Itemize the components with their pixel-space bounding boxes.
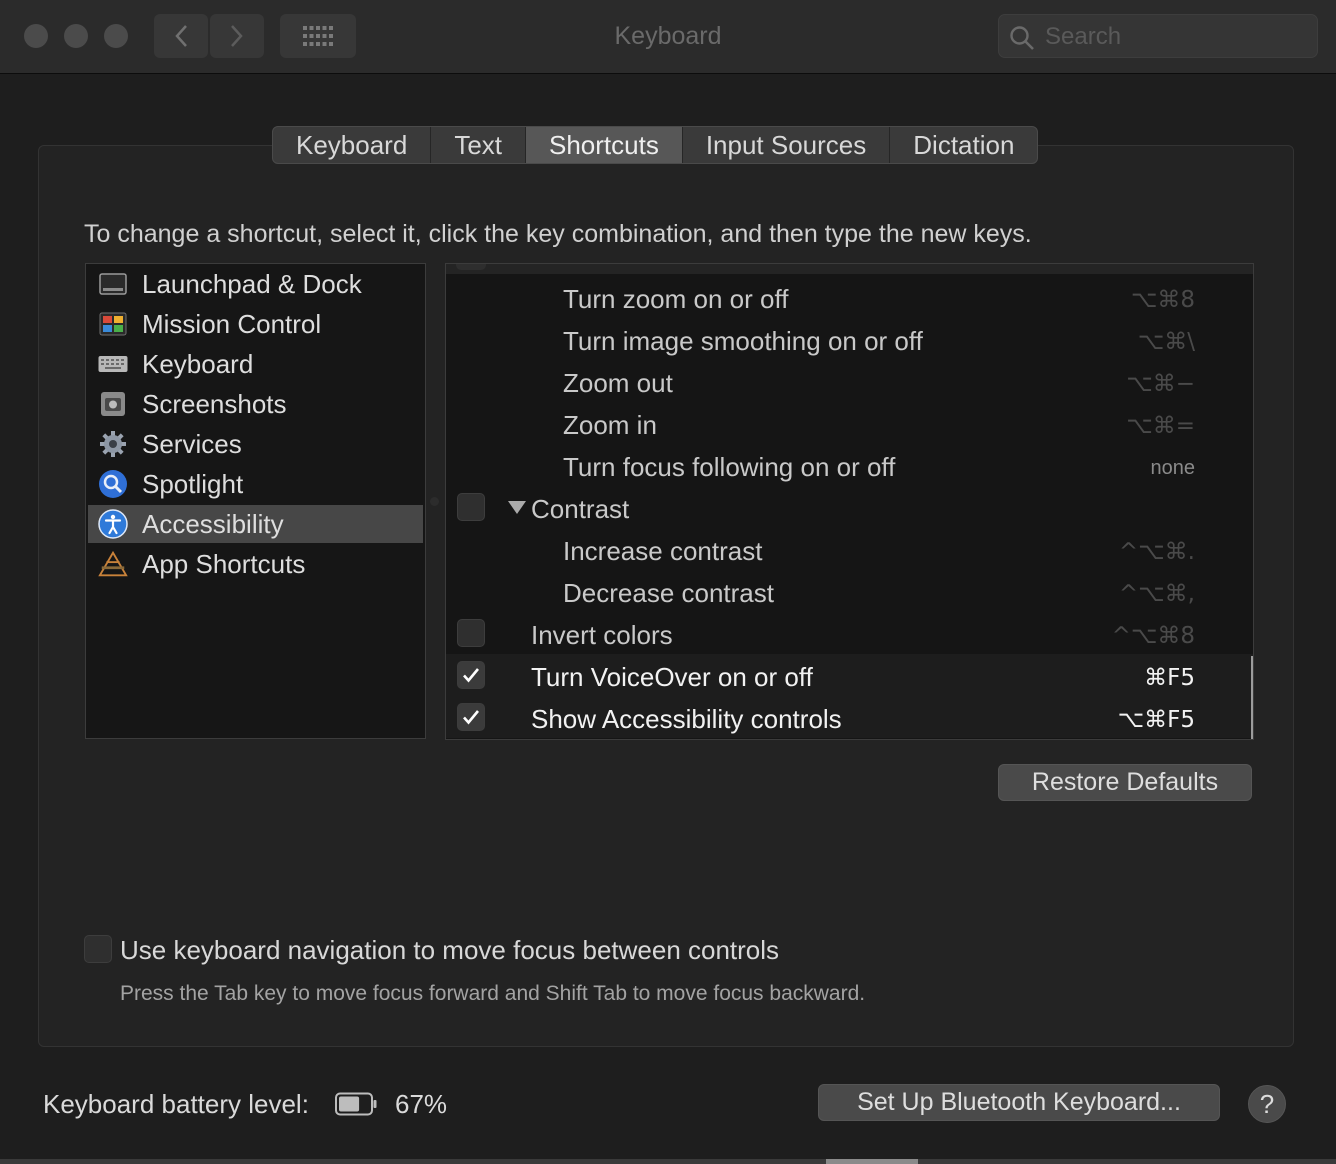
category-accessibility[interactable]: Accessibility	[88, 505, 423, 543]
category-spotlight[interactable]: Spotlight	[88, 465, 423, 503]
title-bar: Keyboard Search	[0, 0, 1336, 74]
category-mission-control[interactable]: Mission Control	[88, 305, 423, 343]
category-keyboard[interactable]: Keyboard	[88, 345, 423, 383]
contrast-checkbox[interactable]	[457, 493, 485, 521]
shortcut-row[interactable]: Show Accessibility controls ⌥⌘F5	[446, 696, 1253, 738]
keyboard-navigation-hint: Press the Tab key to move focus forward …	[120, 982, 866, 1005]
tab-dictation[interactable]: Dictation	[890, 127, 1037, 163]
disclosure-triangle-icon[interactable]	[508, 501, 526, 514]
search-icon	[1010, 26, 1034, 50]
mission-control-icon	[98, 309, 128, 339]
shortcut-list[interactable]: Turn zoom on or off ⌥⌘8 Turn image smoot…	[445, 263, 1254, 740]
shortcut-keys[interactable]: ^⌥⌘.	[1119, 539, 1195, 565]
accessibility-icon	[98, 509, 128, 539]
battery-value: 67%	[395, 1089, 448, 1119]
checkmark-icon	[463, 668, 480, 683]
tab-bar: Keyboard Text Shortcuts Input Sources Di…	[272, 126, 1039, 164]
shortcut-keys[interactable]: ⌥⌘−	[1126, 371, 1195, 397]
shortcut-row[interactable]: Decrease contrast ^⌥⌘,	[446, 570, 1253, 612]
set-up-bluetooth-keyboard-button[interactable]: Set Up Bluetooth Keyboard...	[818, 1084, 1220, 1121]
category-app-shortcuts[interactable]: App Shortcuts	[88, 545, 423, 583]
shortcut-row[interactable]: Zoom out ⌥⌘−	[446, 360, 1253, 402]
scrollbar[interactable]	[1251, 656, 1253, 739]
tab-shortcuts[interactable]: Shortcuts	[526, 127, 683, 163]
tab-text[interactable]: Text	[431, 127, 526, 163]
instruction-text: To change a shortcut, select it, click t…	[84, 220, 1032, 248]
split-view-handle[interactable]	[430, 497, 439, 506]
checkmark-icon	[463, 710, 480, 725]
shortcut-group-contrast[interactable]: Contrast	[446, 486, 1253, 528]
search-field[interactable]: Search	[998, 14, 1318, 58]
shortcut-row[interactable]: Turn VoiceOver on or off ⌘F5	[446, 654, 1253, 696]
shortcut-keys[interactable]: none	[1151, 457, 1196, 480]
keyboard-icon	[98, 349, 128, 379]
shortcut-row[interactable]: Turn focus following on or off none	[446, 444, 1253, 486]
shortcut-keys[interactable]: ⌥⌘F5	[1118, 707, 1195, 733]
keyboard-navigation-label[interactable]: Use keyboard navigation to move focus be…	[120, 935, 779, 966]
voiceover-checkbox[interactable]	[457, 661, 485, 689]
battery-icon	[335, 1092, 377, 1116]
keyboard-navigation-checkbox[interactable]	[84, 935, 112, 963]
shortcut-keys[interactable]: ⌥⌘=	[1126, 413, 1195, 439]
screenshots-icon	[98, 389, 128, 419]
category-launchpad-dock[interactable]: Launchpad & Dock	[88, 265, 423, 303]
shortcut-row[interactable]: Increase contrast ^⌥⌘.	[446, 528, 1253, 570]
tab-keyboard[interactable]: Keyboard	[273, 127, 432, 163]
launchpad-dock-icon	[98, 269, 128, 299]
shortcut-row[interactable]: Turn zoom on or off ⌥⌘8	[446, 276, 1253, 318]
app-shortcuts-icon	[98, 549, 128, 579]
shortcut-row[interactable]: Invert colors ^⌥⌘8	[446, 612, 1253, 654]
invert-colors-checkbox[interactable]	[457, 619, 485, 647]
spotlight-icon	[98, 469, 128, 499]
accessibility-controls-checkbox[interactable]	[457, 703, 485, 731]
restore-defaults-button[interactable]: Restore Defaults	[998, 764, 1252, 801]
battery-label: Keyboard battery level:	[43, 1089, 309, 1119]
shortcut-row[interactable]: Zoom in ⌥⌘=	[446, 402, 1253, 444]
tab-input-sources[interactable]: Input Sources	[683, 127, 891, 163]
search-placeholder: Search	[1045, 23, 1122, 50]
gear-icon	[98, 429, 128, 459]
bottom-edge	[0, 1159, 1336, 1164]
shortcut-keys[interactable]: ^⌥⌘8	[1112, 623, 1195, 649]
shortcut-row[interactable]: Turn image smoothing on or off ⌥⌘\	[446, 318, 1253, 360]
category-screenshots[interactable]: Screenshots	[88, 385, 423, 423]
list-top-edge	[446, 264, 1253, 274]
category-services[interactable]: Services	[88, 425, 423, 463]
help-button[interactable]: ?	[1248, 1085, 1286, 1123]
shortcut-keys[interactable]: ⌥⌘\	[1138, 329, 1195, 355]
shortcut-keys[interactable]: ⌥⌘8	[1131, 287, 1195, 313]
shortcut-keys[interactable]: ^⌥⌘,	[1119, 581, 1195, 607]
category-list[interactable]: Launchpad & Dock Mission Control Keyboar…	[85, 263, 426, 739]
shortcut-keys[interactable]: ⌘F5	[1144, 665, 1195, 691]
